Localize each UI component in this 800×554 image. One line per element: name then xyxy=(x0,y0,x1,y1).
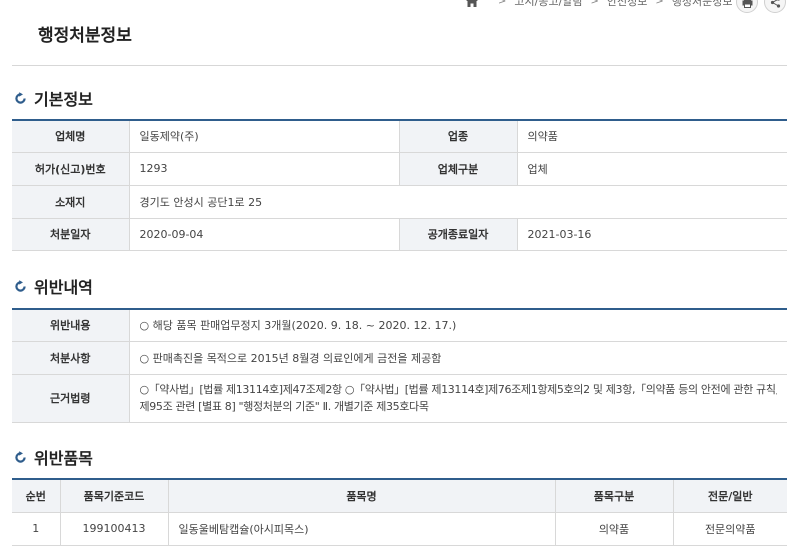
table-row: 업체명 일동제약(주) 업종 의약품 xyxy=(12,120,787,153)
refresh-circle-icon xyxy=(15,450,26,463)
cell-rx-otc: 전문의약품 xyxy=(672,511,787,546)
refresh-circle-icon xyxy=(15,279,26,292)
label-legal-basis: 근거법령 xyxy=(12,373,130,423)
value-legal-basis: ○「약사법」[법률 제13114호]제47조제2항 ○「약사법」[법률 제131… xyxy=(128,373,787,423)
section-heading-products: 위반품목 xyxy=(14,445,93,469)
value-address: 경기도 안성시 공단1로 25 xyxy=(128,184,787,219)
refresh-circle-icon xyxy=(15,91,26,104)
value-license-no: 1293 xyxy=(128,151,400,186)
section-title: 기본정보 xyxy=(34,90,93,109)
label-public-end-date: 공개종료일자 xyxy=(398,217,518,251)
home-icon[interactable] xyxy=(466,0,478,7)
label-address: 소재지 xyxy=(12,184,130,219)
label-license-no: 허가(신고)번호 xyxy=(12,151,130,186)
table-row: 처분일자 2020-09-04 공개종료일자 2021-03-16 xyxy=(12,217,787,251)
chevron-right-icon: > xyxy=(590,0,599,7)
breadcrumb-item[interactable]: 행정처분정보 xyxy=(672,0,733,9)
table-row: 근거법령 ○「약사법」[법률 제13114호]제47조제2항 ○「약사법」[법률… xyxy=(12,373,787,423)
label-company-class: 업체구분 xyxy=(398,151,518,186)
column-header: 품목기준코드 xyxy=(59,479,169,513)
legal-basis-line: ○「약사법」[법률 제13114호]제47조제2항 ○「약사법」[법률 제131… xyxy=(139,383,778,396)
print-button[interactable] xyxy=(736,0,758,13)
print-icon xyxy=(742,0,752,8)
share-icon xyxy=(770,0,780,8)
label-violation-content: 위반내용 xyxy=(12,309,130,342)
table-row: 허가(신고)번호 1293 업체구분 업체 xyxy=(12,151,787,186)
section-title: 위반내역 xyxy=(34,278,93,297)
breadcrumb: > 고시/공고/알림 > 안전정보 > 행정처분정보 xyxy=(466,0,733,9)
label-company: 업체명 xyxy=(12,120,130,153)
table-header-row: 순번 품목기준코드 품목명 품목구분 전문/일반 xyxy=(12,479,787,513)
legal-basis-line: 제95조 관련 [별표 8] "행정처분의 기준" Ⅱ. 개별기준 제35호다목 xyxy=(139,400,429,413)
chevron-right-icon: > xyxy=(655,0,664,7)
label-disposal-matter: 처분사항 xyxy=(12,340,130,375)
value-violation-content: ○ 해당 품목 판매업무정지 3개월(2020. 9. 18. ~ 2020. … xyxy=(128,309,787,342)
section-title: 위반품목 xyxy=(34,449,93,468)
section-heading-basic: 기본정보 xyxy=(14,86,93,110)
value-disposal-matter: ○ 판매촉진을 목적으로 2015년 8월경 의료인에게 금전을 제공함 xyxy=(128,340,787,375)
column-header: 전문/일반 xyxy=(672,479,787,513)
value-disposal-date: 2020-09-04 xyxy=(128,217,400,251)
cell-product-type: 의약품 xyxy=(554,511,674,546)
violation-table: 위반내용 ○ 해당 품목 판매업무정지 3개월(2020. 9. 18. ~ 2… xyxy=(12,308,787,423)
chevron-right-icon: > xyxy=(498,0,507,7)
title-divider xyxy=(12,65,787,66)
column-header: 순번 xyxy=(12,479,61,513)
breadcrumb-item[interactable]: 고시/공고/알림 xyxy=(514,0,582,9)
page-title: 행정처분정보 xyxy=(38,26,132,46)
table-row: 처분사항 ○ 판매촉진을 목적으로 2015년 8월경 의료인에게 금전을 제공… xyxy=(12,340,787,375)
value-company-class: 업체 xyxy=(516,151,787,186)
label-business-type: 업종 xyxy=(398,120,518,153)
value-business-type: 의약품 xyxy=(516,120,787,153)
column-header: 품목구분 xyxy=(554,479,674,513)
column-header: 품목명 xyxy=(167,479,556,513)
label-disposal-date: 처분일자 xyxy=(12,217,130,251)
breadcrumb-item[interactable]: 안전정보 xyxy=(607,0,647,9)
products-table: 순번 품목기준코드 품목명 품목구분 전문/일반 1 199100413 일동울… xyxy=(12,478,787,546)
share-button[interactable] xyxy=(764,0,786,13)
value-public-end-date: 2021-03-16 xyxy=(516,217,787,251)
table-row: 소재지 경기도 안성시 공단1로 25 xyxy=(12,184,787,219)
table-row: 위반내용 ○ 해당 품목 판매업무정지 3개월(2020. 9. 18. ~ 2… xyxy=(12,309,787,342)
basic-info-table: 업체명 일동제약(주) 업종 의약품 허가(신고)번호 1293 업체구분 업체… xyxy=(12,119,787,251)
section-heading-violation: 위반내역 xyxy=(14,274,93,298)
table-row: 1 199100413 일동울베탐캡슐(아시피목스) 의약품 전문의약품 xyxy=(12,511,787,546)
value-company: 일동제약(주) xyxy=(128,120,400,153)
cell-product-name[interactable]: 일동울베탐캡슐(아시피목스) xyxy=(167,511,556,546)
cell-seq: 1 xyxy=(12,511,61,546)
cell-product-code: 199100413 xyxy=(59,511,169,546)
